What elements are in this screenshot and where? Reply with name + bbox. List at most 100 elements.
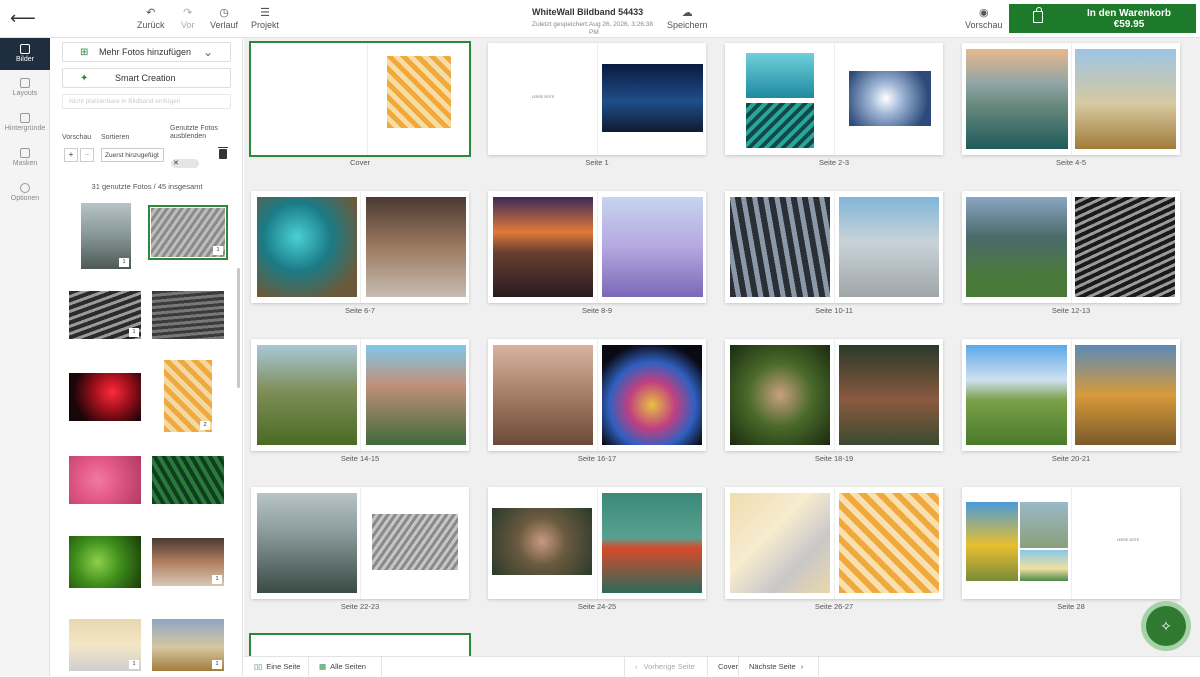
spread-seite-6-7[interactable] (251, 191, 469, 303)
page-photo[interactable] (492, 508, 592, 575)
spread-seite-24-25[interactable] (488, 487, 706, 599)
hide-used-toggle[interactable]: ✕ (171, 159, 199, 168)
spread-caption: Seite 14-15 (340, 454, 380, 463)
photo-thumbnail[interactable]: 1 (69, 291, 141, 339)
zoom-out-icon[interactable]: − (80, 148, 94, 162)
cart-price: €59.95 (1113, 19, 1145, 30)
page-photo[interactable] (1020, 502, 1068, 548)
spread-seite-20-21[interactable] (962, 339, 1180, 451)
page-photo[interactable] (1020, 550, 1068, 581)
rail-item-optionen[interactable]: Optionen (0, 183, 50, 202)
page-photo[interactable] (257, 345, 357, 445)
page-photo[interactable] (493, 197, 593, 297)
spread-seite-28[interactable]: LEERE SEITE (962, 487, 1180, 599)
photo-thumbnail[interactable]: 1 (69, 619, 141, 671)
eye-icon: ◉ (978, 7, 989, 19)
spread-seite-22-23[interactable] (251, 487, 469, 599)
photo-thumbnail[interactable] (152, 456, 224, 504)
page-photo[interactable] (966, 502, 1018, 581)
page-photo[interactable] (602, 64, 703, 132)
back-arrow-icon[interactable]: ⟵ (10, 8, 36, 29)
spread-seite-1[interactable]: LEERE SEITE (488, 43, 706, 155)
spread-seite-4-5[interactable] (962, 43, 1180, 155)
photo-thumbnail[interactable]: 1 (81, 203, 131, 269)
photo-thumbnail[interactable]: 1 (148, 205, 228, 260)
spread-seite-10-11[interactable] (725, 191, 943, 303)
cover-nav-button[interactable]: Cover (708, 657, 739, 677)
insert-unplaceable-field[interactable]: Nicht platzierbare in Bildband einfügen (62, 94, 231, 109)
usage-badge: 1 (212, 575, 222, 584)
save-label: Speichern (667, 20, 708, 30)
rail-item-layouts[interactable]: Layouts (0, 78, 50, 97)
save-button[interactable]: ☁ Speichern (667, 8, 708, 31)
all-pages-button[interactable]: ▦ Alle Seiten (309, 657, 382, 677)
page-photo[interactable] (602, 197, 703, 297)
page-photo[interactable] (839, 197, 939, 297)
page-photo[interactable] (966, 49, 1068, 149)
page-photo[interactable] (839, 493, 939, 593)
photo-thumbnail[interactable]: 1 (152, 619, 224, 671)
prev-page-button[interactable]: ‹ Vorherige Seite (624, 657, 708, 677)
next-page-button[interactable]: Nächste Seite › (739, 657, 819, 677)
spread-seite-26-27[interactable] (725, 487, 943, 599)
shopping-bag-icon (1033, 7, 1043, 23)
page-photo[interactable] (839, 345, 939, 445)
spread-seite-14-15[interactable] (251, 339, 469, 451)
history-button[interactable]: ◷ Verlauf (210, 8, 238, 31)
spread-seite-2-3[interactable] (725, 43, 943, 155)
spread-seite-16-17[interactable] (488, 339, 706, 451)
single-page-button[interactable]: ▯▯ Eine Seite (244, 657, 309, 677)
rail-item-hintergruende[interactable]: Hintergründe (0, 113, 50, 132)
page-photo[interactable] (372, 514, 458, 570)
sort-select[interactable]: Zuerst hinzugefügt (101, 148, 164, 162)
panel-scrollbar[interactable] (237, 268, 240, 388)
photo-thumbnail[interactable] (152, 291, 224, 339)
grid-icon: ▦ (319, 662, 327, 671)
empty-page-title: LEERE SEITE (1116, 538, 1140, 542)
page-photo[interactable] (966, 345, 1067, 445)
page-photo[interactable] (730, 197, 830, 297)
page-photo[interactable] (1075, 345, 1176, 445)
page-photo[interactable] (966, 197, 1067, 297)
spread-seite-12-13[interactable] (962, 191, 1180, 303)
page-photo[interactable] (746, 53, 814, 98)
chevron-right-icon: › (800, 662, 804, 671)
add-photos-label: Mehr Fotos hinzufügen (99, 47, 192, 57)
rail-item-masken[interactable]: Masken (0, 148, 50, 167)
cover-photo[interactable] (387, 56, 451, 128)
photo-thumbnail[interactable]: 1 (152, 538, 224, 586)
page-photo[interactable] (849, 71, 931, 126)
redo-button[interactable]: ↷ Vor (181, 8, 195, 31)
page-photo[interactable] (257, 493, 357, 593)
page-photo[interactable] (1075, 49, 1176, 149)
rail-item-bilder[interactable]: Bilder (0, 38, 50, 70)
page-photo[interactable] (366, 345, 466, 445)
smart-assistant-button[interactable]: ✧ (1141, 601, 1191, 651)
photo-thumbnail[interactable] (69, 536, 141, 588)
page-photo[interactable] (602, 345, 702, 445)
add-photos-button[interactable]: ⊞ Mehr Fotos hinzufügen ⌄ (62, 42, 231, 62)
page-photo[interactable] (366, 197, 466, 297)
page-photo[interactable] (730, 345, 830, 445)
spread-cover[interactable] (249, 41, 471, 157)
page-photo[interactable] (493, 345, 593, 445)
mask-icon (20, 148, 30, 158)
undo-button[interactable]: ↶ Zurück (137, 8, 165, 31)
preview-button[interactable]: ◉ Vorschau (965, 7, 1003, 31)
spread-seite-18-19[interactable] (725, 339, 943, 451)
page-photo[interactable] (257, 197, 357, 297)
spread-next[interactable] (249, 633, 471, 656)
smart-creation-button[interactable]: ✦ Smart Creation (62, 68, 231, 88)
photo-thumbnail[interactable] (69, 456, 141, 504)
page-photo[interactable] (746, 103, 814, 148)
trash-icon[interactable] (218, 147, 228, 159)
project-button[interactable]: ☰ Projekt (251, 8, 279, 31)
page-photo[interactable] (602, 493, 702, 593)
spread-seite-8-9[interactable] (488, 191, 706, 303)
zoom-in-icon[interactable]: + (64, 148, 78, 162)
add-to-cart-button[interactable]: In den Warenkorb €59.95 (1009, 4, 1196, 33)
page-photo[interactable] (1075, 197, 1175, 297)
page-photo[interactable] (730, 493, 830, 593)
photo-thumbnail[interactable]: 2 (164, 360, 212, 432)
photo-thumbnail[interactable] (69, 373, 141, 421)
